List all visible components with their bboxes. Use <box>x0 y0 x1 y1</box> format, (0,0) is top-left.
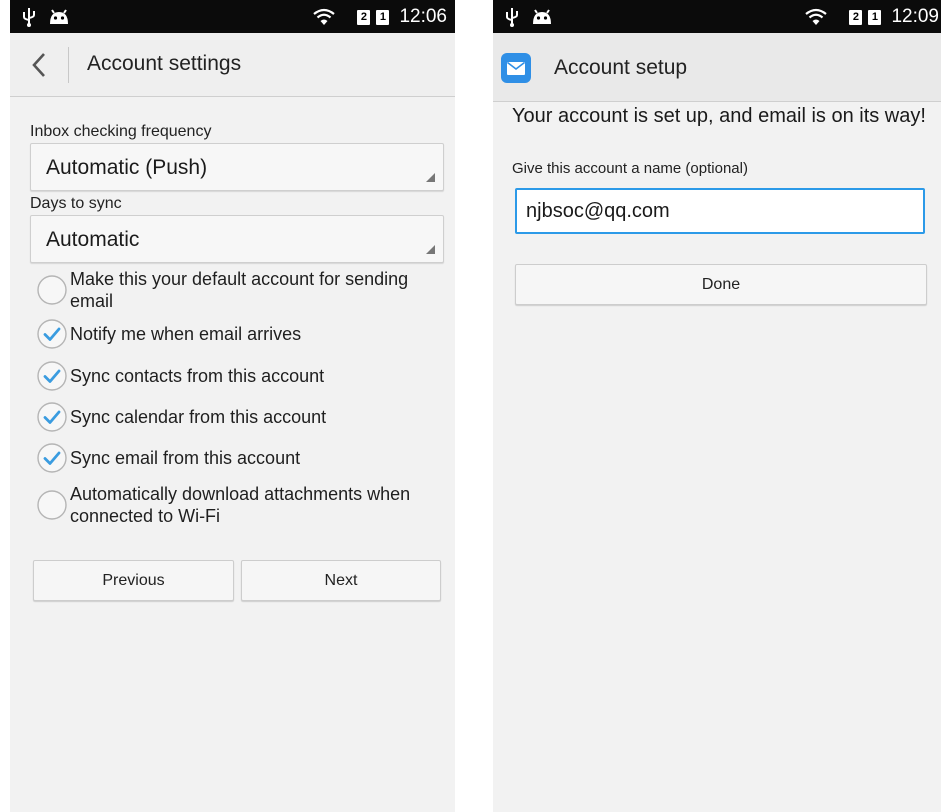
option-label: Sync contacts from this account <box>70 366 325 386</box>
option-sync-contacts[interactable]: Sync contacts from this account <box>36 356 446 396</box>
option-sync-calendar[interactable]: Sync calendar from this account <box>36 397 446 437</box>
option-label: Sync email from this account <box>70 448 301 468</box>
sim1-signal-icon: 2 <box>357 9 371 25</box>
unchecked-circle-icon[interactable] <box>36 489 68 521</box>
account-name-label: Give this account a name (optional) <box>512 160 748 177</box>
option-auto-download[interactable]: Automatically download attachments when … <box>36 481 446 529</box>
account-settings-screen: 2 1 12:06 Account settings Inbox checkin… <box>10 0 455 812</box>
dropdown-corner-icon <box>426 245 435 254</box>
checked-circle-icon[interactable] <box>36 360 68 392</box>
setup-complete-message: Your account is set up, and email is on … <box>512 105 926 127</box>
clock: 12:06 <box>399 6 447 27</box>
inbox-frequency-label: Inbox checking frequency <box>30 123 212 140</box>
mail-app-icon <box>501 53 531 83</box>
back-arrow-icon[interactable] <box>28 51 50 79</box>
account-name-value: njbsoc@qq.com <box>526 200 670 222</box>
dropdown-corner-icon <box>426 173 435 182</box>
option-label: Notify me when email arrives <box>70 324 302 344</box>
account-name-input[interactable]: njbsoc@qq.com <box>515 188 925 234</box>
inbox-frequency-value: Automatic (Push) <box>46 156 208 179</box>
option-sync-email[interactable]: Sync email from this account <box>36 438 446 478</box>
sim2-signal-icon: 1 <box>868 9 882 25</box>
account-setup-screen: 2 1 12:09 Account setup Your account is … <box>493 0 941 812</box>
android-icon <box>50 9 68 24</box>
done-button[interactable]: Done <box>515 264 927 305</box>
previous-button[interactable]: Previous <box>33 560 234 601</box>
unchecked-circle-icon[interactable] <box>36 274 68 306</box>
page-title: Account setup <box>554 56 688 79</box>
option-default-account[interactable]: Make this your default account for sendi… <box>36 266 446 314</box>
option-label: Make this your default account for sendi… <box>70 269 409 311</box>
days-to-sync-label: Days to sync <box>30 195 122 212</box>
usb-icon <box>506 8 518 27</box>
usb-icon <box>23 8 35 27</box>
page-title: Account settings <box>87 52 242 75</box>
option-notify[interactable]: Notify me when email arrives <box>36 314 446 354</box>
android-icon <box>533 9 551 24</box>
sim2-signal-icon: 1 <box>376 9 390 25</box>
wifi-icon <box>313 8 336 25</box>
option-label: Sync calendar from this account <box>70 407 327 427</box>
checked-circle-icon[interactable] <box>36 442 68 474</box>
option-label: Automatically download attachments when … <box>70 484 411 526</box>
sim1-signal-icon: 2 <box>849 9 863 25</box>
status-bar: 2 1 12:06 <box>10 0 455 33</box>
checked-circle-icon[interactable] <box>36 401 68 433</box>
divider <box>68 47 69 83</box>
checked-circle-icon[interactable] <box>36 318 68 350</box>
wifi-icon <box>805 8 828 25</box>
status-bar: 2 1 12:09 <box>493 0 941 33</box>
clock: 12:09 <box>891 6 939 27</box>
action-bar: Account settings <box>10 33 455 97</box>
next-button[interactable]: Next <box>241 560 441 601</box>
action-bar: Account setup <box>493 33 941 102</box>
days-to-sync-value: Automatic <box>46 228 140 251</box>
days-to-sync-select[interactable]: Automatic <box>30 215 444 263</box>
inbox-frequency-select[interactable]: Automatic (Push) <box>30 143 444 191</box>
